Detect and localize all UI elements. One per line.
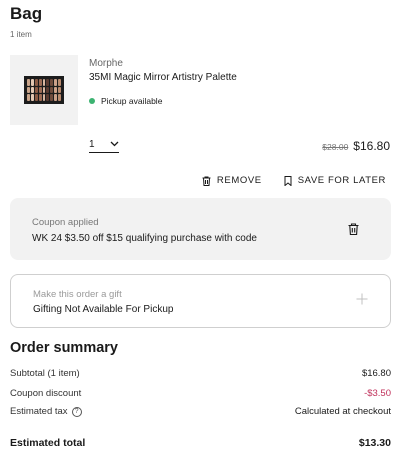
palette-swatch [54, 79, 58, 86]
pickup-status: Pickup available [89, 96, 162, 106]
price: $28.00 $16.80 [322, 139, 390, 153]
palette-swatch [46, 79, 50, 86]
coupon-label: Coupon applied [32, 217, 99, 228]
palette-swatch [30, 86, 34, 94]
coupon-panel: Coupon applied WK 24 $3.50 off $15 quali… [10, 198, 391, 260]
chevron-down-icon [110, 141, 119, 147]
palette-swatch [54, 94, 58, 101]
quantity-value: 1 [89, 139, 95, 150]
palette-swatch [27, 94, 30, 101]
product-name[interactable]: 35MI Magic Mirror Artistry Palette [89, 72, 237, 83]
subtotal-row: Subtotal (1 item) $16.80 [10, 368, 391, 379]
remove-button[interactable]: REMOVE [202, 175, 262, 186]
plus-icon [356, 292, 368, 310]
status-dot-icon [89, 98, 95, 104]
palette-swatch [38, 79, 42, 86]
pickup-label: Pickup available [101, 96, 163, 106]
palette-swatch [50, 94, 54, 101]
coupon-discount-row: Coupon discount -$3.50 [10, 388, 391, 399]
palette-swatch [58, 86, 61, 94]
remove-label: REMOVE [216, 175, 262, 186]
coupon-discount-value: -$3.50 [364, 388, 391, 399]
palette-swatch [38, 86, 42, 94]
palette-swatch [58, 94, 61, 101]
order-summary-title: Order summary [10, 340, 118, 356]
gift-status: Gifting Not Available For Pickup [33, 304, 174, 315]
bag-item-count: 1 item [10, 30, 32, 39]
palette-swatch [38, 94, 42, 101]
bag-title: Bag [10, 4, 43, 23]
product-brand[interactable]: Morphe [89, 58, 123, 69]
remove-coupon-button[interactable] [348, 222, 359, 240]
estimated-total-label: Estimated total [10, 437, 86, 449]
palette-swatch [34, 86, 38, 94]
palette-swatch [30, 79, 34, 86]
estimated-total-value: $13.30 [358, 437, 391, 449]
subtotal-value: $16.80 [361, 368, 391, 379]
palette-swatch [54, 86, 58, 94]
palette-swatch [42, 86, 46, 94]
quantity-select[interactable]: 1 [89, 139, 119, 153]
palette-swatch [42, 79, 46, 86]
trash-icon [202, 176, 211, 186]
item-actions: REMOVE SAVE FOR LATER [202, 175, 386, 186]
save-for-later-button[interactable]: SAVE FOR LATER [284, 175, 386, 186]
palette-swatch [58, 79, 61, 86]
palette-image [24, 76, 64, 104]
save-for-later-label: SAVE FOR LATER [297, 175, 386, 186]
palette-swatch [27, 79, 30, 86]
info-icon[interactable]: ? [71, 406, 82, 417]
gift-option[interactable]: Make this order a gift Gifting Not Avail… [10, 274, 391, 328]
palette-swatch [34, 94, 38, 101]
palette-swatch [42, 94, 46, 101]
palette-swatch [50, 79, 54, 86]
palette-swatch [46, 86, 50, 94]
price-current: $16.80 [353, 139, 390, 153]
bookmark-icon [284, 175, 292, 186]
trash-icon [348, 223, 359, 236]
gift-label: Make this order a gift [33, 289, 122, 300]
estimated-tax-row: Estimated tax ? Calculated at checkout [10, 406, 391, 417]
subtotal-label: Subtotal (1 item) [10, 368, 80, 379]
estimated-tax-value: Calculated at checkout [294, 406, 391, 417]
palette-swatch [50, 86, 54, 94]
palette-swatch [30, 94, 34, 101]
estimated-total-row: Estimated total $13.30 [10, 437, 391, 449]
palette-swatch [27, 86, 30, 94]
palette-swatch [46, 94, 50, 101]
coupon-description: WK 24 $3.50 off $15 qualifying purchase … [32, 233, 257, 244]
coupon-discount-label: Coupon discount [10, 388, 82, 399]
palette-swatch [34, 79, 38, 86]
product-image[interactable] [10, 55, 78, 125]
price-original: $28.00 [322, 142, 349, 152]
estimated-tax-label: Estimated tax [10, 406, 68, 417]
